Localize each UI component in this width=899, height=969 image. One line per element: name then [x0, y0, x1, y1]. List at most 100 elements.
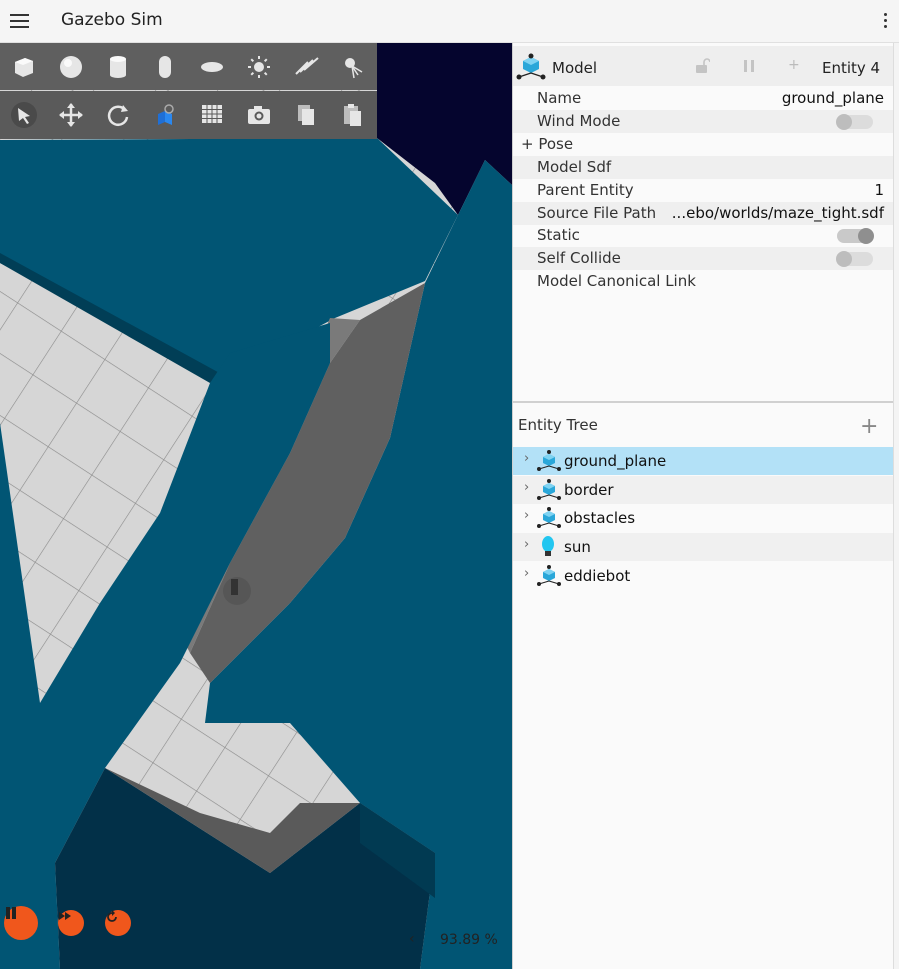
transform-toolbar — [0, 91, 377, 139]
reset-button[interactable] — [105, 910, 131, 936]
model-icon — [537, 507, 561, 529]
sphere-shape-icon — [59, 55, 82, 78]
chevron-right-icon[interactable]: › — [524, 480, 529, 495]
property-row-static: Static — [513, 224, 893, 247]
rotate-mode-icon — [107, 104, 128, 126]
paste-icon — [344, 103, 362, 126]
property-value: 1 — [874, 180, 884, 199]
model-icon — [537, 478, 561, 500]
chevron-right-icon[interactable]: › — [524, 566, 529, 581]
pause-icon — [6, 907, 16, 919]
entity-tree-item-border[interactable]: › border — [513, 475, 893, 504]
entity-tree-title: Entity Tree — [518, 416, 598, 434]
right-panel: Model + Entity 4 Name ground_plane Wind Mo… — [512, 43, 899, 969]
maze-scene-render — [0, 43, 512, 969]
property-row-model-canonical-link: Model Canonical Link — [513, 270, 893, 293]
more-options-icon[interactable] — [883, 12, 889, 30]
property-toggle[interactable] — [836, 113, 873, 130]
box-shape-icon — [14, 57, 33, 77]
entity-tree-item-eddiebot[interactable]: › eddiebot — [513, 562, 893, 590]
property-value: ground_plane — [781, 89, 884, 107]
property-key: Wind Mode — [537, 111, 621, 130]
spot-light-button[interactable] — [330, 43, 377, 90]
entity-tree-item-label: eddiebot — [564, 566, 631, 585]
real-time-factor: 93.89 % — [440, 932, 498, 948]
add-entity-icon[interactable]: + — [860, 414, 878, 439]
select-mode-button[interactable] — [0, 91, 47, 138]
pause-updates-icon[interactable] — [741, 59, 757, 73]
chevron-right-icon[interactable]: › — [524, 508, 529, 523]
light-bulb-icon — [542, 536, 554, 557]
property-row-wind-mode: Wind Mode — [513, 109, 893, 133]
spot-light-icon — [345, 57, 363, 78]
entity-tree-item-label: ground_plane — [564, 452, 667, 470]
entity-tree-item-obstacles[interactable]: › obstacles — [513, 504, 893, 532]
unlock-icon[interactable] — [694, 57, 710, 75]
screenshot-icon — [248, 105, 270, 124]
step-forward-button[interactable] — [58, 910, 84, 936]
directional-light-icon — [295, 56, 319, 75]
entity-tree-item-label: border — [564, 480, 614, 499]
shapes-toolbar — [0, 43, 377, 90]
entity-tree-item-label: sun — [564, 538, 591, 557]
entity-tree-header: Entity Tree + — [513, 407, 893, 445]
scene-3d-viewport[interactable]: ‹ 93.89 % — [0, 43, 512, 969]
model-icon — [537, 564, 561, 586]
entity-tree-item-ground-plane[interactable]: › ground_plane — [513, 447, 893, 475]
box-shape-button[interactable] — [0, 43, 47, 90]
sphere-shape-button[interactable] — [47, 43, 94, 90]
property-value: ...ebo/worlds/maze_tight.sdf — [671, 203, 884, 222]
view-angle-button[interactable] — [141, 91, 188, 138]
screenshot-button[interactable] — [236, 91, 283, 138]
property-key: Source File Path — [537, 203, 657, 222]
rotate-mode-button[interactable] — [94, 91, 141, 138]
copy-icon — [298, 104, 315, 125]
property-key: Model Sdf — [537, 157, 612, 176]
property-key: Static — [537, 226, 580, 245]
property-key: Name — [537, 89, 582, 107]
model-icon — [537, 450, 561, 471]
app-title: Gazebo Sim — [61, 10, 163, 30]
hamburger-menu-icon[interactable] — [10, 13, 29, 28]
pause-button[interactable] — [4, 906, 38, 940]
panel-divider[interactable] — [513, 401, 899, 403]
property-row-self-collide: Self Collide — [513, 247, 893, 271]
model-icon — [516, 53, 546, 80]
property-key: Parent Entity — [537, 180, 634, 199]
property-toggle[interactable] — [836, 251, 873, 268]
reset-icon — [107, 910, 117, 922]
capsule-shape-button[interactable] — [141, 43, 188, 90]
property-toggle[interactable] — [837, 228, 874, 245]
chevron-right-icon[interactable]: › — [524, 537, 529, 552]
property-row-parent-entity: Parent Entity 1 — [513, 179, 893, 202]
panel-scrollbar[interactable] — [893, 43, 899, 969]
property-key: Model Canonical Link — [537, 272, 696, 291]
component-inspector-header: Model + Entity 4 — [513, 46, 893, 86]
property-row-model-sdf: Model Sdf — [513, 155, 893, 179]
view-angle-icon — [157, 103, 174, 125]
property-row-pose[interactable]: + Pose — [513, 133, 893, 156]
copy-button[interactable] — [283, 91, 330, 138]
inspector-type-label: Model — [552, 59, 598, 77]
translate-mode-button[interactable] — [47, 91, 94, 138]
entity-tree-item-sun[interactable]: › sun — [513, 533, 893, 562]
title-bar: Gazebo Sim — [0, 0, 899, 43]
property-row-name: Name ground_plane — [513, 87, 893, 110]
point-light-icon — [248, 55, 270, 78]
entity-tree-item-label: obstacles — [564, 509, 636, 528]
directional-light-button[interactable] — [283, 43, 330, 90]
grid-config-button[interactable] — [188, 91, 235, 138]
cylinder-shape-icon — [109, 55, 126, 78]
rtf-expand-icon[interactable]: ‹ — [409, 931, 415, 947]
entity-id-label: Entity 4 — [822, 59, 881, 77]
property-key: + Pose — [521, 134, 574, 153]
point-light-button[interactable] — [236, 43, 283, 90]
translate-mode-icon — [58, 102, 83, 127]
add-component-icon[interactable]: + — [788, 57, 800, 73]
capsule-shape-icon — [158, 55, 171, 78]
paste-button[interactable] — [330, 91, 377, 138]
cylinder-shape-button[interactable] — [94, 43, 141, 90]
chevron-right-icon[interactable]: › — [524, 451, 529, 466]
ellipsoid-shape-button[interactable] — [188, 43, 235, 90]
property-row-source-file-path: Source File Path ...ebo/worlds/maze_tight… — [513, 201, 893, 225]
